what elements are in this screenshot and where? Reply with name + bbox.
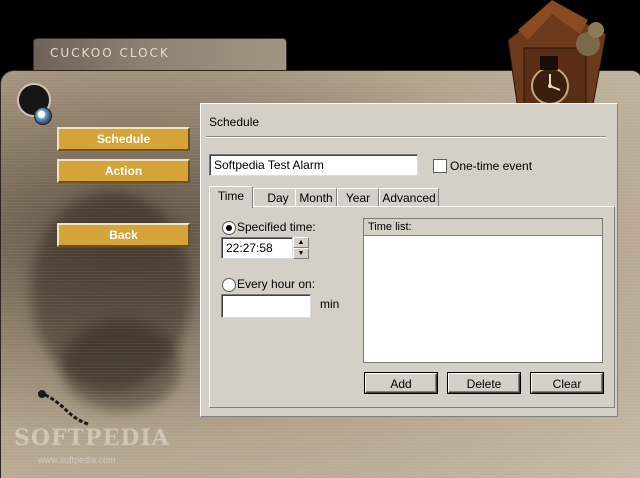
tab-year[interactable]: Year xyxy=(337,188,379,207)
add-button[interactable]: Add xyxy=(364,372,438,394)
back-button[interactable]: Back xyxy=(57,223,190,247)
softpedia-watermark: SOFTPEDIA xyxy=(14,425,170,451)
one-time-event-label: One-time event xyxy=(450,159,533,173)
one-time-event-checkbox[interactable] xyxy=(433,159,447,173)
cuckoo-clock-window: CUCKOO CLOCK Schedule Action Back Schedu… xyxy=(0,0,640,478)
every-hour-label: Every hour on: xyxy=(237,277,316,291)
specified-time-radio[interactable] xyxy=(222,221,236,235)
eye-icon[interactable] xyxy=(34,107,52,125)
chain-decoration xyxy=(38,390,89,426)
cuckoo-clock-image xyxy=(507,0,607,110)
schedule-button[interactable]: Schedule xyxy=(57,127,190,151)
min-label: min xyxy=(320,297,340,311)
tab-time[interactable]: Time xyxy=(209,186,253,208)
watermark-url: www.softpedia.com xyxy=(38,455,116,465)
tab-advanced[interactable]: Advanced xyxy=(379,188,439,207)
action-button[interactable]: Action xyxy=(57,159,190,183)
app-title: CUCKOO CLOCK xyxy=(50,46,170,60)
spin-up-icon[interactable]: ▲ xyxy=(293,237,309,248)
every-hour-radio[interactable] xyxy=(222,278,236,292)
specified-time-input[interactable]: 22:27:58 xyxy=(221,237,293,259)
every-hour-input[interactable] xyxy=(221,294,311,318)
specified-time-label: Specified time: xyxy=(237,220,316,234)
alarm-name-input[interactable]: Softpedia Test Alarm xyxy=(209,154,418,176)
clear-button[interactable]: Clear xyxy=(530,372,604,394)
time-list[interactable]: Time list: xyxy=(363,218,603,363)
tab-month[interactable]: Month xyxy=(295,188,337,207)
spin-down-icon[interactable]: ▼ xyxy=(293,248,309,259)
panel-title: Schedule xyxy=(209,115,260,129)
time-list-header: Time list: xyxy=(364,219,602,236)
skin-shadow xyxy=(31,191,191,391)
divider xyxy=(206,136,606,138)
time-spinner[interactable]: ▲ ▼ xyxy=(293,237,309,259)
delete-button[interactable]: Delete xyxy=(447,372,521,394)
